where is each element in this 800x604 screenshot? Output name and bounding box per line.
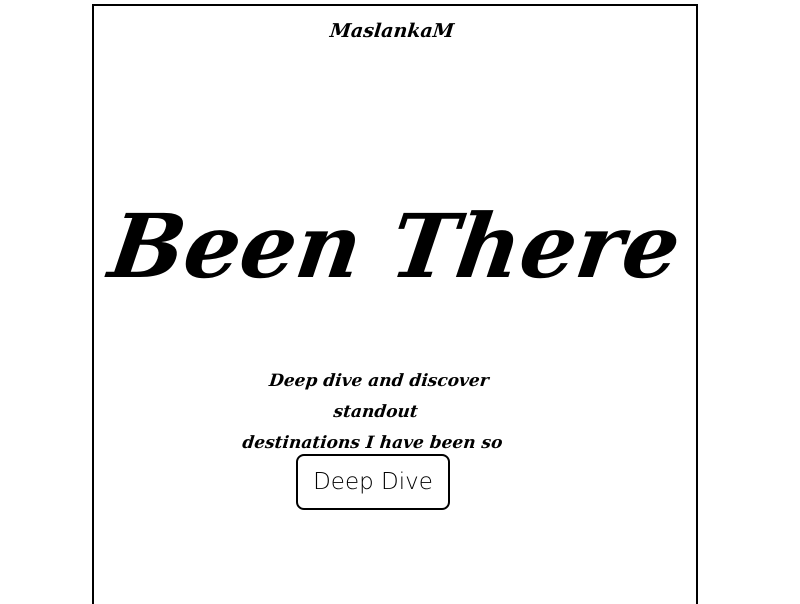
tagline-line-1: Deep dive and discover standout [268, 371, 490, 422]
deep-dive-button[interactable]: Deep Dive [296, 454, 450, 510]
brand-logo-text[interactable]: MaslankaM [329, 20, 455, 42]
page-frame: MaslankaM Been There Deep dive and disco… [92, 4, 698, 604]
hero-title: Been There [103, 194, 687, 298]
